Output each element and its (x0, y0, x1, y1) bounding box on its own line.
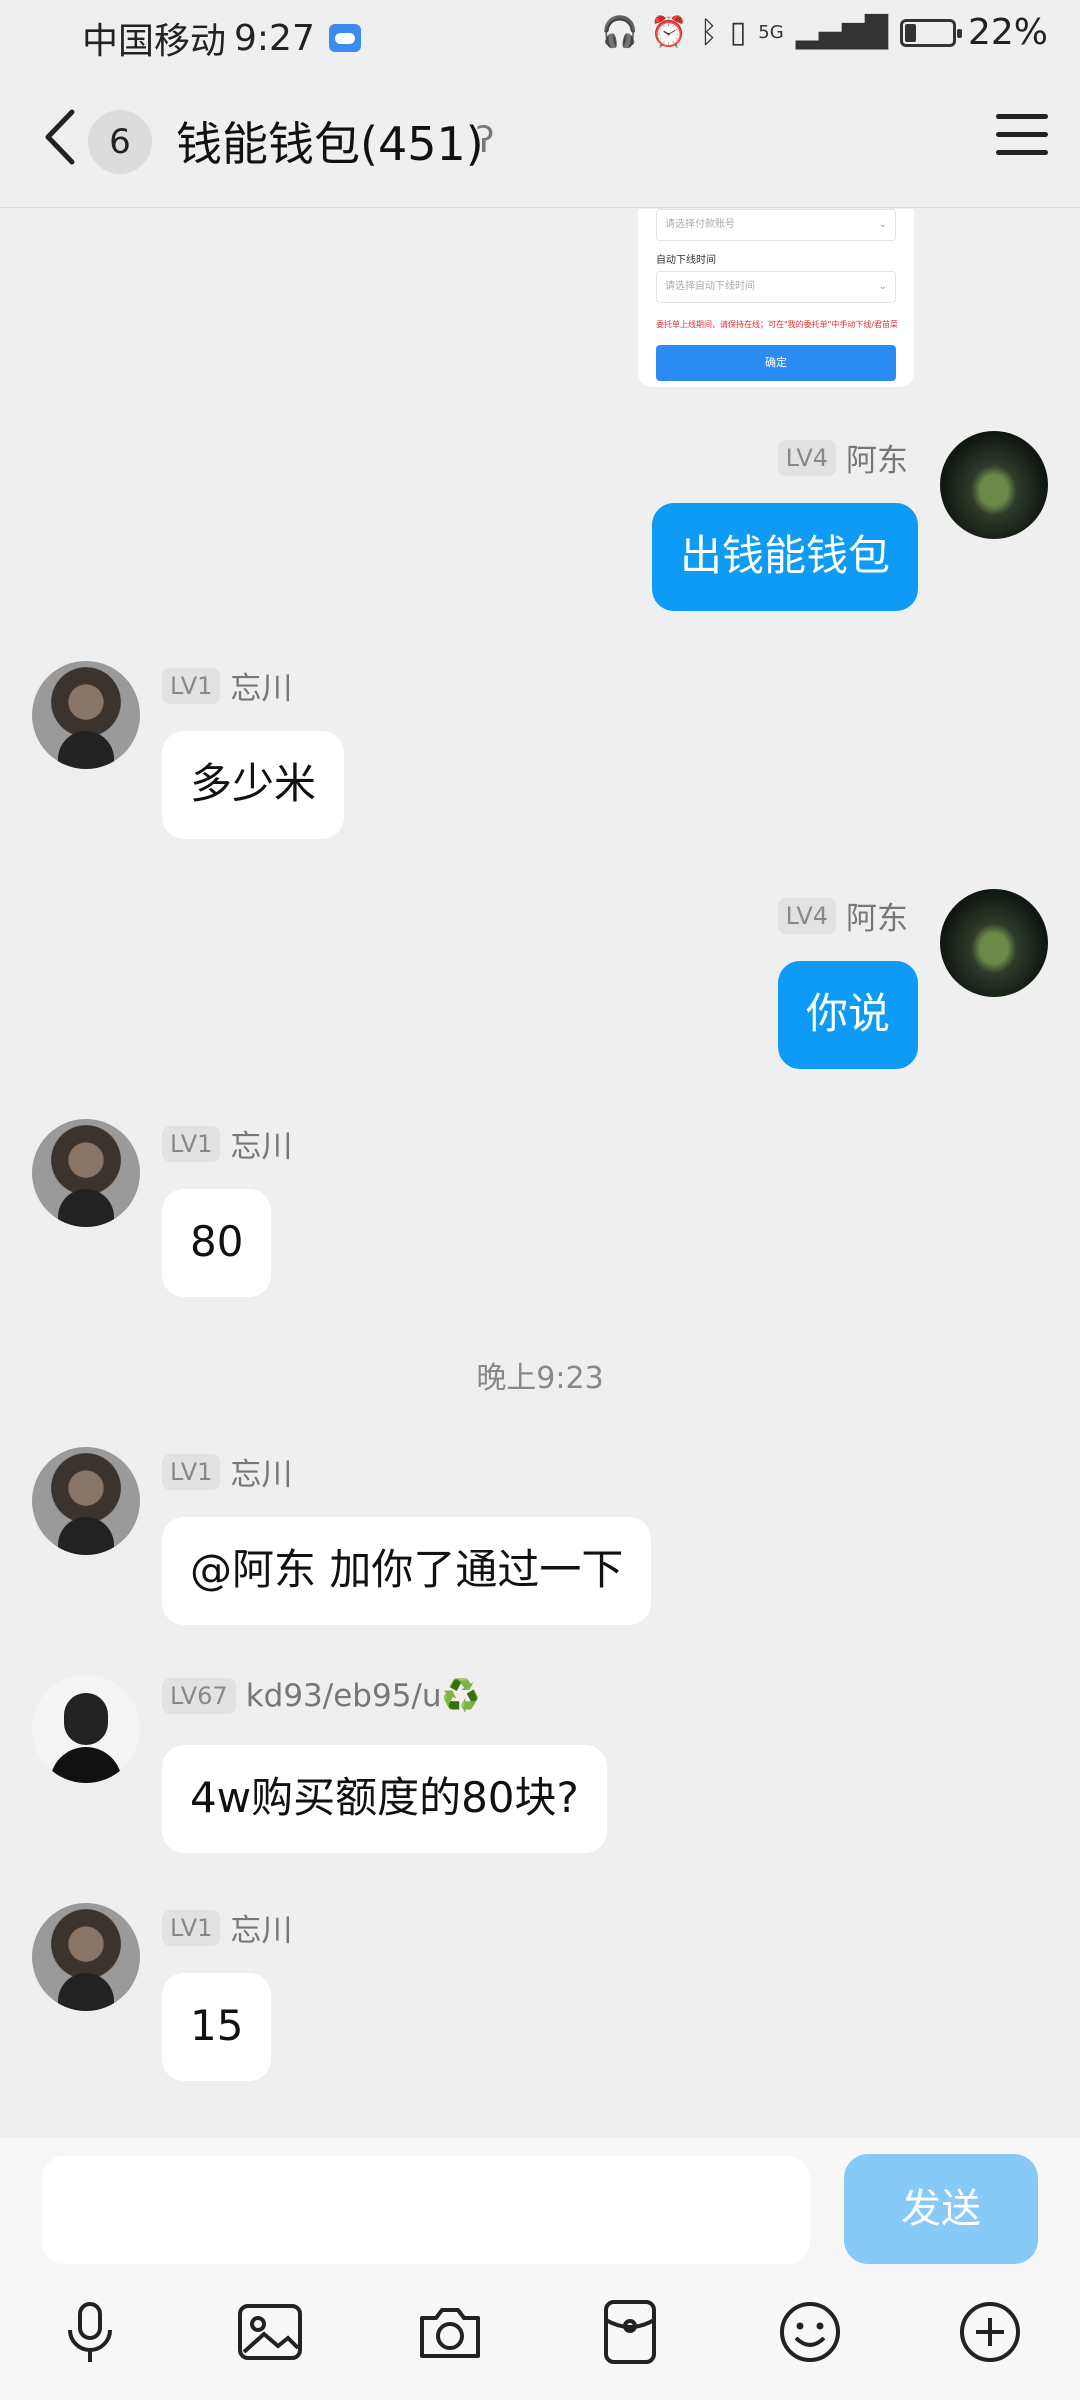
bluetooth-icon: ᛒ (699, 15, 718, 50)
cloud-icon (328, 24, 361, 52)
message-bubble[interactable]: 80 (162, 1189, 272, 1297)
level-badge: LV1 (162, 1909, 221, 1946)
camera-icon[interactable] (414, 2296, 486, 2368)
battery-percent: 22% (967, 12, 1048, 53)
message-bubble[interactable]: 15 (162, 1973, 272, 2081)
avatar[interactable] (32, 1119, 140, 1227)
microphone-icon[interactable] (54, 2296, 126, 2368)
message-meta: LV1 忘川 (162, 1121, 292, 1166)
page-title[interactable]: 钱能钱包(451) (176, 108, 484, 174)
vibrate-icon: ▯ (729, 15, 747, 50)
message-bubble[interactable]: 多少米 (162, 731, 345, 839)
sender-name[interactable]: 阿东 (846, 893, 908, 938)
image-warning-text: 委托单上线期间，请保持在线；可在"我的委托单"中手动下线/君苗菜 (656, 320, 899, 329)
status-left: 中国移动 9:27 (82, 12, 361, 64)
toolbar (0, 2288, 1080, 2378)
message-meta: LV1 忘川 (162, 1449, 292, 1494)
unread-count-badge[interactable]: 6 (88, 110, 152, 174)
plus-icon[interactable] (954, 2296, 1026, 2368)
level-badge: LV1 (162, 1125, 221, 1162)
ear-icon[interactable]: ʔ (476, 120, 494, 161)
input-bar: 发送 (0, 2138, 1080, 2400)
sender-name[interactable]: 忘川 (230, 1449, 292, 1494)
chat-header: 6 钱能钱包(451) ʔ (0, 72, 1080, 208)
avatar[interactable] (940, 889, 1048, 997)
message-meta: LV1 忘川 (162, 663, 292, 708)
sender-name[interactable]: 忘川 (230, 663, 292, 708)
sender-name[interactable]: 忘川 (230, 1121, 292, 1166)
level-badge: LV4 (777, 897, 836, 934)
message-meta: LV4 阿东 (777, 435, 908, 480)
message-meta: LV67 kd93/eb95/u♻️ (162, 1677, 480, 1714)
image-select-offline: 请选择自动下线时间 ⌄ (656, 271, 896, 303)
timestamp: 晚上9:23 (476, 1361, 604, 1396)
chevron-left-icon (45, 109, 75, 165)
message-meta: LV4 阿东 (777, 893, 908, 938)
level-badge: LV1 (162, 1453, 221, 1490)
status-right: 🎧 ⏰ ᛒ ▯ 5G ▂▄▆█ 22% (601, 12, 1048, 53)
level-badge: LV67 (162, 1677, 236, 1714)
level-badge: LV1 (162, 667, 221, 704)
image-confirm-button: 确定 (656, 345, 896, 381)
message-bubble[interactable]: @阿东 加你了通过一下 (162, 1517, 652, 1625)
status-bar: 中国移动 9:27 🎧 ⏰ ᛒ ▯ 5G ▂▄▆█ 22% (0, 0, 1080, 72)
sender-name[interactable]: 阿东 (846, 435, 908, 480)
back-button[interactable] (30, 102, 90, 172)
level-badge: LV4 (777, 439, 836, 476)
signal-5g-label: 5G (758, 21, 784, 43)
chat-area[interactable]: 请选择付款账号 ⌄ 自动下线时间 请选择自动下线时间 ⌄ 委托单上线期间，请保持在线… (0, 209, 1080, 2137)
headphones-icon: 🎧 (601, 15, 639, 50)
menu-button[interactable] (996, 114, 1048, 156)
carrier-label: 中国移动 (82, 21, 227, 62)
hamburger-icon (996, 114, 1048, 119)
message-input[interactable] (42, 2156, 810, 2264)
alarm-icon: ⏰ (650, 15, 688, 50)
status-time: 9:27 (234, 17, 315, 59)
signal-icon: ▂▄▆█ (795, 15, 888, 50)
sender-name[interactable]: 忘川 (230, 1905, 292, 1950)
image-label-offline: 自动下线时间 (656, 255, 716, 266)
emoji-icon[interactable] (774, 2296, 846, 2368)
battery-icon (899, 18, 962, 47)
send-button[interactable]: 发送 (844, 2154, 1038, 2264)
image-select-account: 请选择付款账号 ⌄ (656, 209, 896, 241)
message-bubble[interactable]: 你说 (777, 961, 918, 1069)
avatar[interactable] (32, 1903, 140, 2011)
shared-image[interactable]: 请选择付款账号 ⌄ 自动下线时间 请选择自动下线时间 ⌄ 委托单上线期间，请保持在线… (638, 209, 914, 387)
image-icon[interactable] (234, 2296, 306, 2368)
message-meta: LV1 忘川 (162, 1905, 292, 1950)
avatar[interactable] (32, 661, 140, 769)
message-bubble[interactable]: 4w购买额度的80块? (162, 1745, 607, 1853)
red-packet-icon[interactable] (594, 2296, 666, 2368)
sender-name[interactable]: kd93/eb95/u♻️ (246, 1677, 480, 1714)
avatar[interactable] (940, 431, 1048, 539)
avatar[interactable] (32, 1447, 140, 1555)
message-bubble[interactable]: 出钱能钱包 (651, 503, 918, 611)
avatar[interactable] (32, 1675, 140, 1783)
